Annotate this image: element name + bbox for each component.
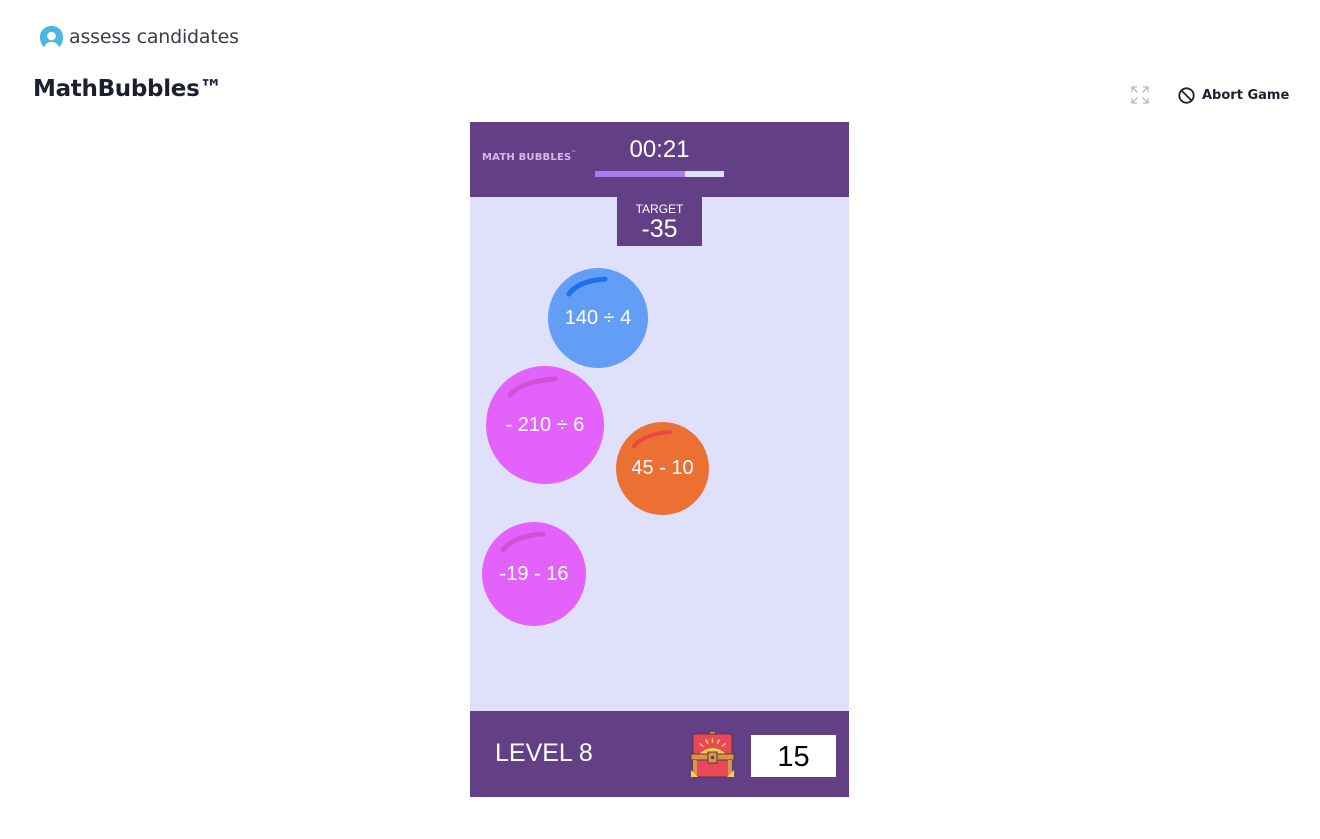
- page-title: MathBubbles™: [33, 76, 223, 102]
- game-logo-tm: ™: [571, 150, 577, 156]
- score-display: 15: [751, 735, 836, 777]
- bubble[interactable]: -19 - 16: [482, 522, 586, 626]
- brand-logo-icon: [39, 25, 64, 48]
- bubble[interactable]: 45 - 10: [616, 422, 709, 515]
- bubble-expression: 140 ÷ 4: [564, 306, 632, 329]
- game-logo-text: MATH BUBBLES: [482, 152, 572, 163]
- timer: 00:21: [629, 136, 690, 163]
- timer-progress-fill: [595, 171, 686, 177]
- bubble-expression: 45 - 10: [631, 457, 694, 479]
- game-footer: LEVEL 8 15: [470, 711, 849, 797]
- expand-icon: [1131, 86, 1149, 104]
- level-label: LEVEL 8: [495, 739, 593, 767]
- target-value: -35: [641, 215, 678, 243]
- treasure-chest-icon: [689, 732, 736, 779]
- bubble-expression: -19 - 16: [499, 562, 569, 585]
- game-header: MATH BUBBLES™ 00:21: [470, 122, 849, 197]
- fullscreen-button[interactable]: [1131, 86, 1149, 104]
- game-canvas[interactable]: MATH BUBBLES™ 00:21 TARGET -35 140 ÷ 4 -…: [470, 122, 849, 797]
- bubble-expression: - 210 ÷ 6: [505, 413, 585, 436]
- brand-name: assess candidates: [69, 25, 239, 48]
- brand: assess candidates: [39, 25, 239, 48]
- bubble[interactable]: 140 ÷ 4: [548, 268, 648, 368]
- target-panel: TARGET -35: [617, 197, 702, 246]
- game-logo: MATH BUBBLES™: [482, 150, 577, 163]
- abort-game-button[interactable]: Abort Game: [1178, 86, 1289, 104]
- prohibited-icon: [1178, 86, 1195, 104]
- bubble[interactable]: - 210 ÷ 6: [486, 366, 604, 484]
- abort-game-label: Abort Game: [1202, 87, 1290, 103]
- target-label: TARGET: [635, 202, 684, 216]
- timer-progress-bar: [595, 171, 724, 177]
